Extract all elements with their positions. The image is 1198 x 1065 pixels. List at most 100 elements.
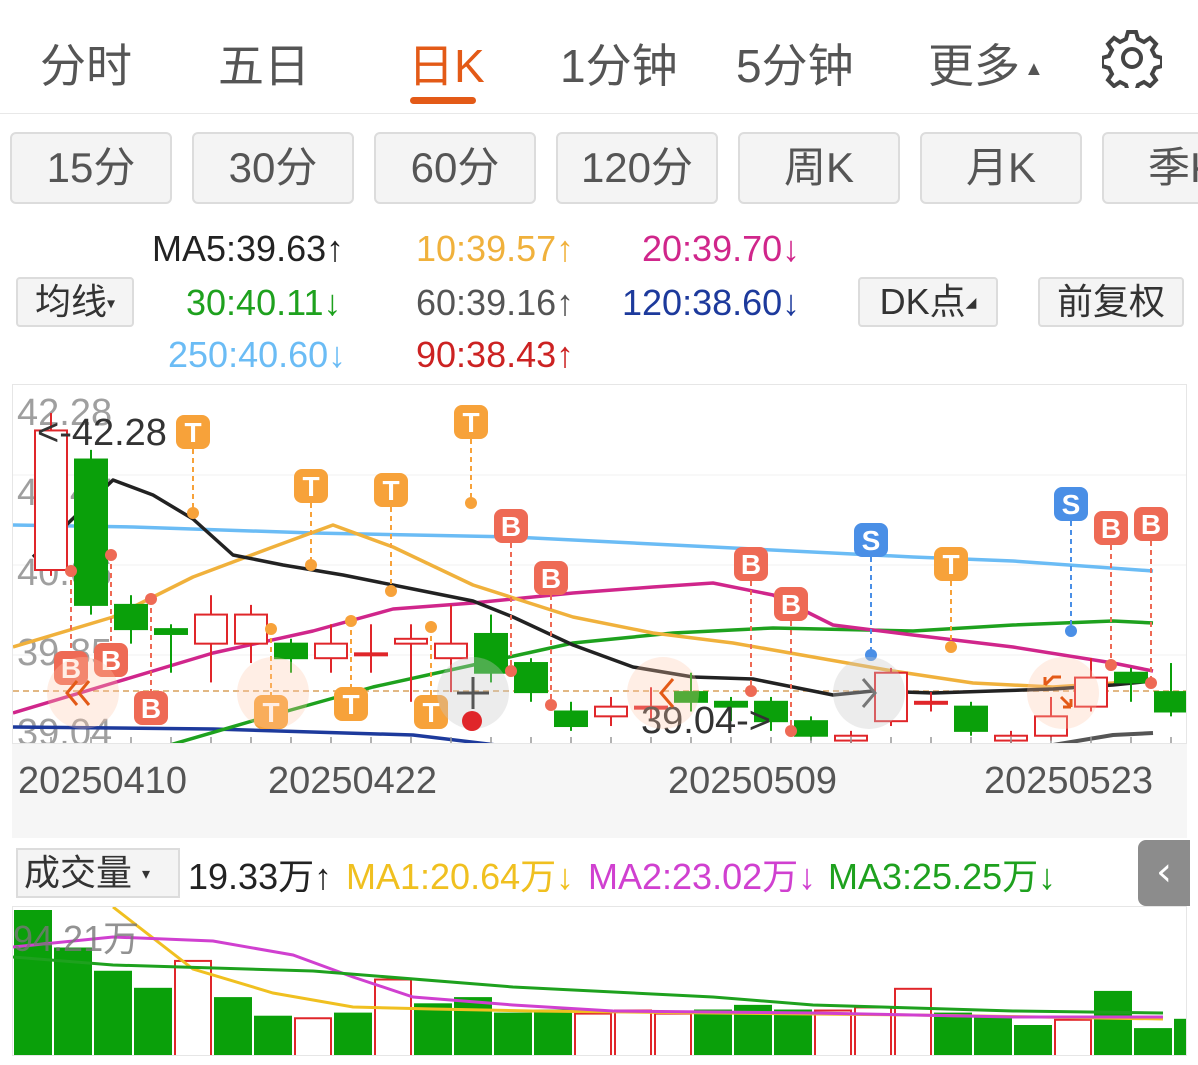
tab-1min[interactable]: 1分钟 — [560, 30, 678, 96]
volume-bar — [54, 947, 92, 1055]
signal-dot — [105, 549, 117, 561]
volume-chart[interactable]: 94.21万 — [12, 906, 1187, 1056]
chevron-left-icon — [627, 657, 699, 729]
volume-bar — [454, 997, 492, 1055]
tab-five-day[interactable]: 五日 — [218, 30, 310, 96]
volume-bar — [1014, 1025, 1052, 1055]
signal-dot — [785, 725, 797, 737]
volume-bar — [1094, 990, 1132, 1055]
signal-t-label: T — [382, 475, 399, 506]
volume-bar — [214, 997, 252, 1055]
high-price-marker: <-42.28 — [37, 412, 167, 454]
volume-bar — [774, 1009, 812, 1055]
volume-max-label: 94.21万 — [13, 918, 139, 959]
signal-dot — [145, 593, 157, 605]
volume-bar — [574, 1012, 612, 1055]
chevron-left-icon: ‹ — [1156, 849, 1172, 895]
candle-body — [154, 628, 188, 635]
candle-body — [314, 642, 348, 660]
signal-t-label: T — [342, 689, 359, 720]
volume-indicator-selector[interactable]: 成交量 ▾ — [16, 848, 180, 898]
caret-down-icon: ▾ — [106, 295, 116, 313]
ma30-value: 30:40.11↓ — [186, 282, 342, 323]
period-60min[interactable]: 60分 — [374, 132, 536, 204]
volume-bar — [1054, 1018, 1092, 1055]
period-15min[interactable]: 15分 — [10, 132, 172, 204]
crosshair-dot — [462, 711, 482, 731]
ma20-value: 20:39.70↓ — [642, 228, 801, 269]
tab-more-label: 更多 — [928, 40, 1020, 92]
signal-s-label: S — [862, 525, 881, 556]
volume-ma1: MA1:20.64万↓ — [346, 856, 575, 897]
period-month[interactable]: 月K — [920, 132, 1082, 204]
nav-circle — [237, 657, 309, 729]
signal-b-label: B — [541, 563, 561, 594]
candle-body — [1114, 671, 1148, 684]
kline-chart[interactable]: 42.2841.4740.6639.8539.04TTTTBBTTTBBBBBS… — [12, 384, 1187, 744]
dk-points-button[interactable]: DK点◢ — [858, 277, 998, 327]
volume-bar — [934, 1012, 972, 1055]
signal-dot — [545, 699, 557, 711]
volume-bar — [174, 959, 212, 1055]
candle-body — [954, 705, 988, 732]
signal-dot — [425, 621, 437, 633]
tab-intraday[interactable]: 分时 — [40, 30, 132, 96]
ma250-line — [13, 523, 1154, 573]
candle-body — [434, 642, 468, 660]
signal-b-label: B — [741, 549, 761, 580]
signal-dot — [265, 623, 277, 635]
date-label: 20250422 — [268, 760, 438, 802]
signal-b-label: B — [781, 589, 801, 620]
volume-bar — [254, 1015, 292, 1055]
ma5-value: MA5:39.63↑ — [152, 228, 345, 269]
kline-canvas: 42.2841.4740.6639.8539.04TTTTBBTTTBBBBBS… — [13, 392, 1186, 743]
volume-bar — [614, 1009, 652, 1055]
signal-b-label: B — [1141, 509, 1161, 540]
period-120min[interactable]: 120分 — [556, 132, 718, 204]
caret-down-icon: ▾ — [142, 866, 151, 884]
candle-body — [594, 705, 628, 718]
tab-5min[interactable]: 5分钟 — [736, 30, 854, 96]
signal-b-label: B — [501, 511, 521, 542]
candle-body — [554, 710, 588, 728]
caret-up-icon: ▲ — [1024, 58, 1044, 81]
chevron-double-left-icon — [47, 657, 119, 729]
period-30min[interactable]: 30分 — [192, 132, 354, 204]
active-tab-indicator — [410, 97, 476, 104]
signal-dot — [385, 585, 397, 597]
ma10-value: 10:39.57↑ — [416, 228, 575, 269]
signal-t-label: T — [302, 471, 319, 502]
volume-bar — [1134, 1028, 1172, 1055]
volume-bar — [654, 1012, 692, 1055]
candle-body — [914, 700, 948, 705]
tab-daily-k[interactable]: 日K — [408, 30, 485, 96]
date-label: 20250509 — [668, 760, 838, 802]
candle-body — [74, 458, 108, 606]
gear-icon[interactable] — [1102, 28, 1162, 88]
volume-canvas: 94.21万 — [13, 907, 1186, 1055]
chevron-right-icon — [833, 657, 905, 729]
ma-selector-label: 均线 — [34, 281, 107, 322]
collapse-panel-button[interactable]: ‹ — [1138, 840, 1190, 906]
forward-adjust-button[interactable]: 前复权 — [1038, 277, 1184, 327]
volume-ma3: MA3:25.25万↓ — [828, 856, 1057, 897]
candle-body — [354, 652, 388, 657]
ma5-line — [31, 478, 1154, 697]
period-week[interactable]: 周K — [738, 132, 900, 204]
tab-more[interactable]: 更多 ▲ — [928, 30, 1044, 96]
ma90-value: 90:38.43↑ — [416, 334, 575, 375]
candle-body — [394, 637, 428, 645]
ma60-value: 60:39.16↑ — [416, 282, 575, 323]
period-quarter[interactable]: 季K — [1102, 132, 1198, 204]
volume-bar — [894, 987, 932, 1055]
volume-bar — [1174, 1018, 1186, 1055]
signal-dot — [745, 685, 757, 697]
volume-bar — [134, 987, 172, 1055]
volume-bar — [494, 1012, 532, 1055]
volume-bar — [694, 1009, 732, 1055]
volume-bar — [94, 970, 132, 1055]
ma-selector[interactable]: 均线▾ — [16, 277, 134, 327]
volume-ma1-line — [112, 907, 1164, 1021]
date-label: 20250410 — [18, 760, 188, 802]
signal-dot — [1065, 625, 1077, 637]
